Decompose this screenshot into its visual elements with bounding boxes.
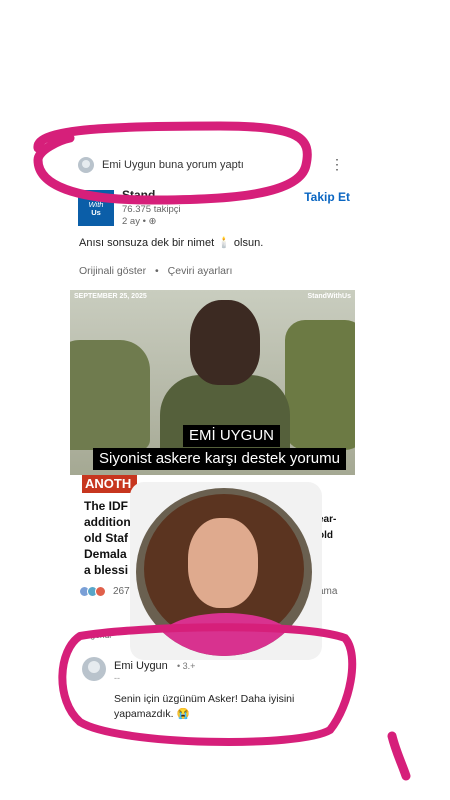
highlight-annotations [33,121,411,781]
highlight-circle-bottom [58,623,357,746]
highlight-circle-top [33,121,312,205]
highlight-stroke-mark [387,731,411,781]
